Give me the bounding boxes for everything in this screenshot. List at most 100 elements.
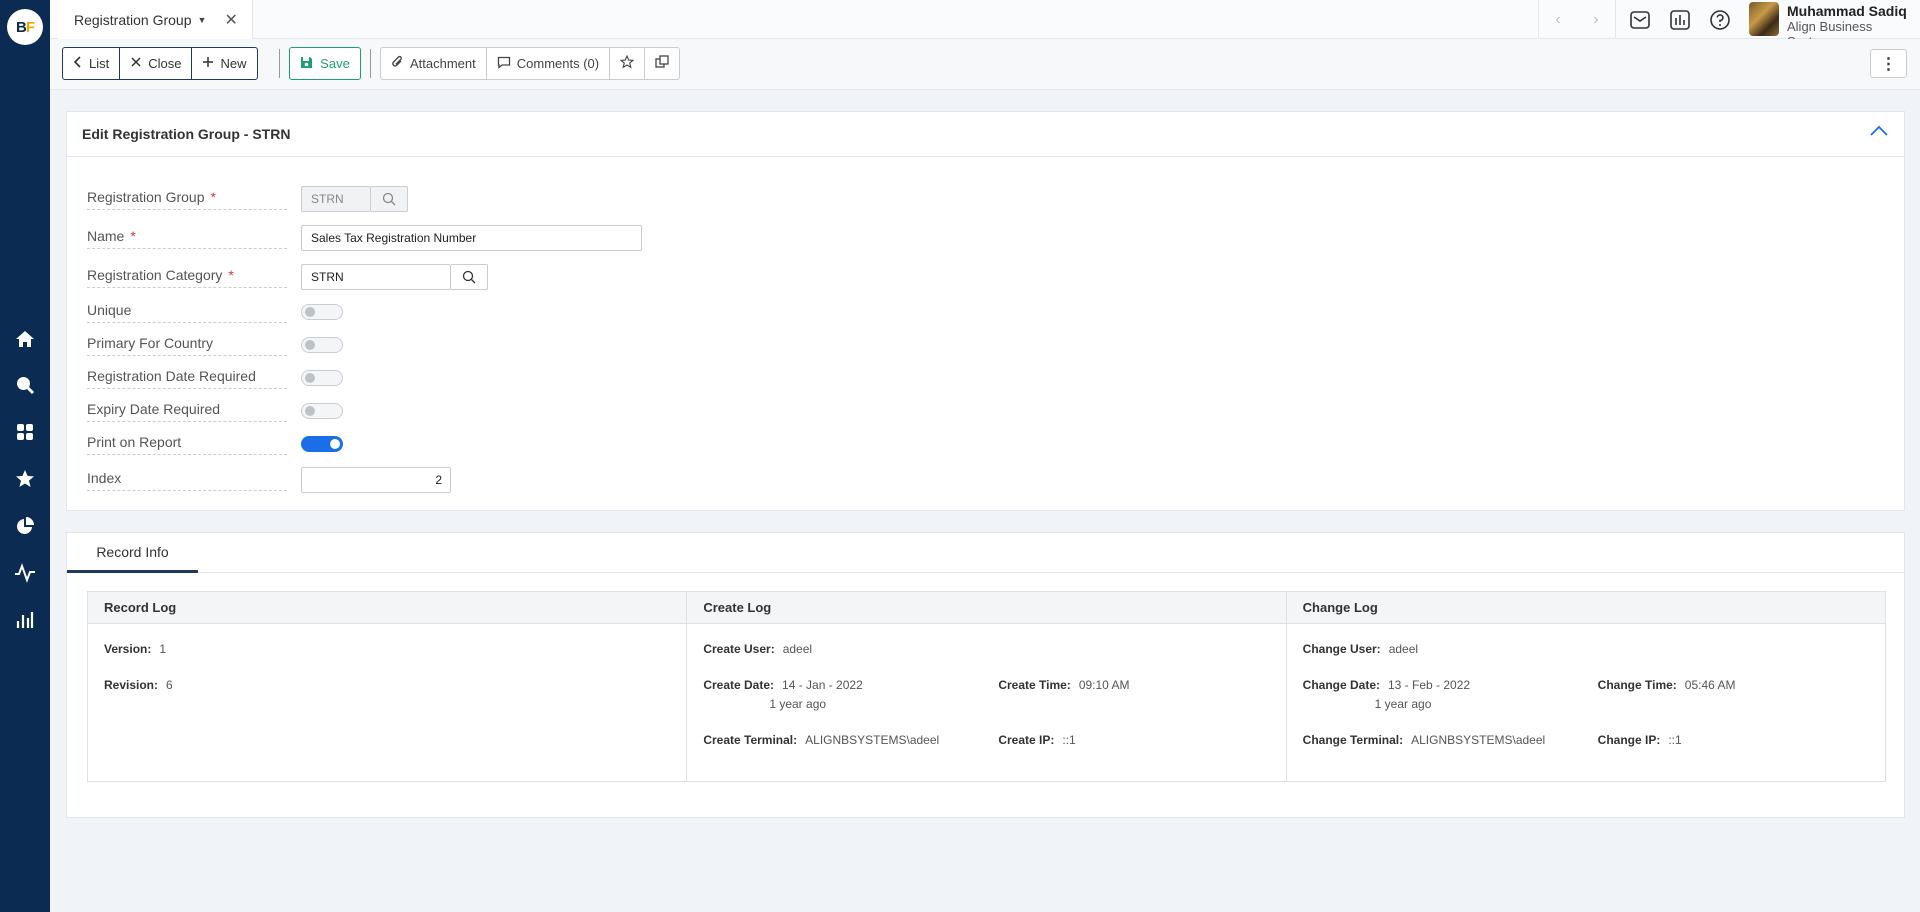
list-label: List bbox=[89, 56, 110, 71]
logo-text: BF bbox=[15, 18, 35, 36]
registration-group-field: STRN bbox=[301, 186, 371, 212]
change-date-info: Change Date: 13 - Feb - 2022 bbox=[1302, 678, 1471, 692]
comments-button[interactable]: Comments (0) bbox=[487, 48, 611, 79]
registration-date-required-label: Registration Date Required bbox=[87, 368, 287, 389]
create-date-info: Create Date: 14 - Jan - 2022 bbox=[703, 678, 863, 692]
revision-info: Revision: 6 bbox=[104, 678, 173, 692]
registration-category-field[interactable]: STRN bbox=[301, 264, 451, 290]
index-label: Index bbox=[87, 470, 287, 491]
next-record-icon[interactable]: › bbox=[1593, 11, 1598, 29]
form-title: Edit Registration Group - STRN bbox=[67, 112, 1904, 157]
save-label: Save bbox=[320, 56, 350, 71]
change-log-title: Change Log bbox=[1286, 592, 1885, 624]
toggle-knob bbox=[305, 406, 315, 416]
user-name: Muhammad Sadiq bbox=[1787, 3, 1907, 19]
new-button[interactable]: New bbox=[192, 48, 256, 79]
change-log-column: Change Log Change User: adeel Change Date… bbox=[1286, 592, 1885, 781]
avatar[interactable] bbox=[1749, 2, 1779, 36]
save-button[interactable]: Save bbox=[289, 47, 361, 80]
change-user-info: Change User: adeel bbox=[1302, 642, 1419, 656]
create-log-column: Create Log Create User: adeel Create Date… bbox=[687, 592, 1287, 781]
record-info-card: Record Info Record Log Version: 1 Revisio… bbox=[66, 532, 1905, 818]
record-navigation: ‹ › bbox=[1538, 0, 1616, 39]
registration-group-label: Registration Group * bbox=[87, 189, 287, 210]
chevron-left-icon bbox=[73, 56, 83, 71]
primary-for-country-label: Primary For Country bbox=[87, 335, 287, 356]
comments-label: Comments (0) bbox=[516, 56, 600, 71]
search-icon[interactable] bbox=[13, 373, 37, 397]
close-icon bbox=[130, 56, 142, 71]
record-tools-group: Attachment Comments (0) bbox=[380, 47, 681, 80]
copy-icon bbox=[655, 55, 669, 72]
create-log-title: Create Log bbox=[687, 592, 1286, 624]
unique-toggle[interactable] bbox=[301, 304, 343, 320]
registration-category-search-icon[interactable] bbox=[451, 264, 488, 290]
create-terminal-info: Create Terminal: ALIGNBSYSTEMS\adeel bbox=[703, 733, 940, 747]
close-button[interactable]: Close bbox=[120, 48, 193, 79]
more-options-button[interactable]: ⋮ bbox=[1870, 49, 1907, 78]
expiry-date-required-label: Expiry Date Required bbox=[87, 401, 287, 422]
previous-record-icon[interactable]: ‹ bbox=[1555, 11, 1560, 29]
toolbar-divider bbox=[279, 49, 280, 78]
list-button[interactable]: List bbox=[63, 48, 121, 79]
change-time-info: Change Time: 05:46 AM bbox=[1597, 678, 1736, 692]
attachment-label: Attachment bbox=[410, 56, 476, 71]
plus-icon bbox=[202, 56, 214, 71]
toggle-knob bbox=[305, 340, 315, 350]
registration-category-label: Registration Category * bbox=[87, 267, 287, 288]
print-on-report-toggle[interactable] bbox=[301, 436, 343, 452]
help-icon[interactable] bbox=[1708, 8, 1732, 32]
inbox-icon[interactable] bbox=[1628, 8, 1652, 32]
log-grid: Record Log Version: 1 Revision: 6 Create L… bbox=[87, 591, 1886, 782]
expiry-date-required-toggle[interactable] bbox=[301, 403, 343, 419]
record-log-title: Record Log bbox=[88, 592, 687, 624]
toggle-knob bbox=[305, 373, 315, 383]
app-logo[interactable]: BF bbox=[7, 9, 43, 45]
favorite-button[interactable] bbox=[610, 48, 646, 79]
apps-grid-icon[interactable] bbox=[13, 420, 37, 444]
registration-date-required-toggle[interactable] bbox=[301, 370, 343, 386]
attachment-button[interactable]: Attachment bbox=[381, 48, 487, 79]
paperclip-icon bbox=[391, 55, 404, 72]
pie-chart-icon[interactable] bbox=[13, 514, 37, 538]
registration-group-search-icon bbox=[371, 186, 408, 212]
close-label: Close bbox=[148, 56, 182, 71]
bar-chart-icon[interactable] bbox=[13, 608, 37, 632]
record-actions-group: List Close New bbox=[62, 47, 258, 80]
edit-form-card: Edit Registration Group - STRN Registrat… bbox=[66, 111, 1905, 511]
toolbar-divider bbox=[370, 49, 371, 78]
chevron-up-icon[interactable] bbox=[1870, 125, 1888, 140]
name-label: Name * bbox=[87, 228, 287, 249]
new-label: New bbox=[220, 56, 247, 71]
tab-title: Registration Group bbox=[74, 11, 192, 28]
record-log-column: Record Log Version: 1 Revision: 6 bbox=[88, 592, 688, 781]
tab-registration-group[interactable]: Registration Group ▼ ✕ bbox=[58, 0, 253, 39]
create-time-info: Create Time: 09:10 AM bbox=[998, 678, 1130, 692]
change-ip-info: Change IP:::1 bbox=[1597, 733, 1682, 747]
comment-icon bbox=[497, 56, 511, 72]
create-ip-info: Create IP:::1 bbox=[998, 733, 1076, 747]
star-outline-icon bbox=[619, 54, 635, 72]
toolbar: List Close New Save Attachment Comments … bbox=[50, 39, 1920, 90]
sidebar: BF bbox=[0, 0, 50, 912]
reports-icon[interactable] bbox=[1668, 8, 1692, 32]
tab-record-info[interactable]: Record Info bbox=[67, 533, 198, 573]
star-icon[interactable] bbox=[13, 467, 37, 491]
primary-for-country-toggle[interactable] bbox=[301, 337, 343, 353]
caret-down-icon[interactable]: ▼ bbox=[198, 15, 207, 25]
toggle-knob bbox=[330, 439, 340, 449]
name-field[interactable]: Sales Tax Registration Number bbox=[301, 225, 642, 251]
record-tabs: Record Info bbox=[67, 533, 1904, 573]
save-icon bbox=[300, 56, 313, 72]
version-info: Version: 1 bbox=[104, 642, 167, 656]
close-tab-icon[interactable]: ✕ bbox=[224, 10, 237, 30]
duplicate-button[interactable] bbox=[645, 48, 679, 79]
unique-label: Unique bbox=[87, 302, 287, 323]
print-on-report-label: Print on Report bbox=[87, 434, 287, 455]
top-bar: Registration Group ▼ ✕ ‹ › Muhammad Sadi… bbox=[50, 0, 1920, 49]
home-icon[interactable] bbox=[13, 327, 37, 351]
index-field[interactable]: 2 bbox=[301, 467, 451, 493]
create-date-relative: 1 year ago bbox=[769, 697, 827, 711]
activity-icon[interactable] bbox=[13, 561, 37, 585]
toggle-knob bbox=[305, 307, 315, 317]
